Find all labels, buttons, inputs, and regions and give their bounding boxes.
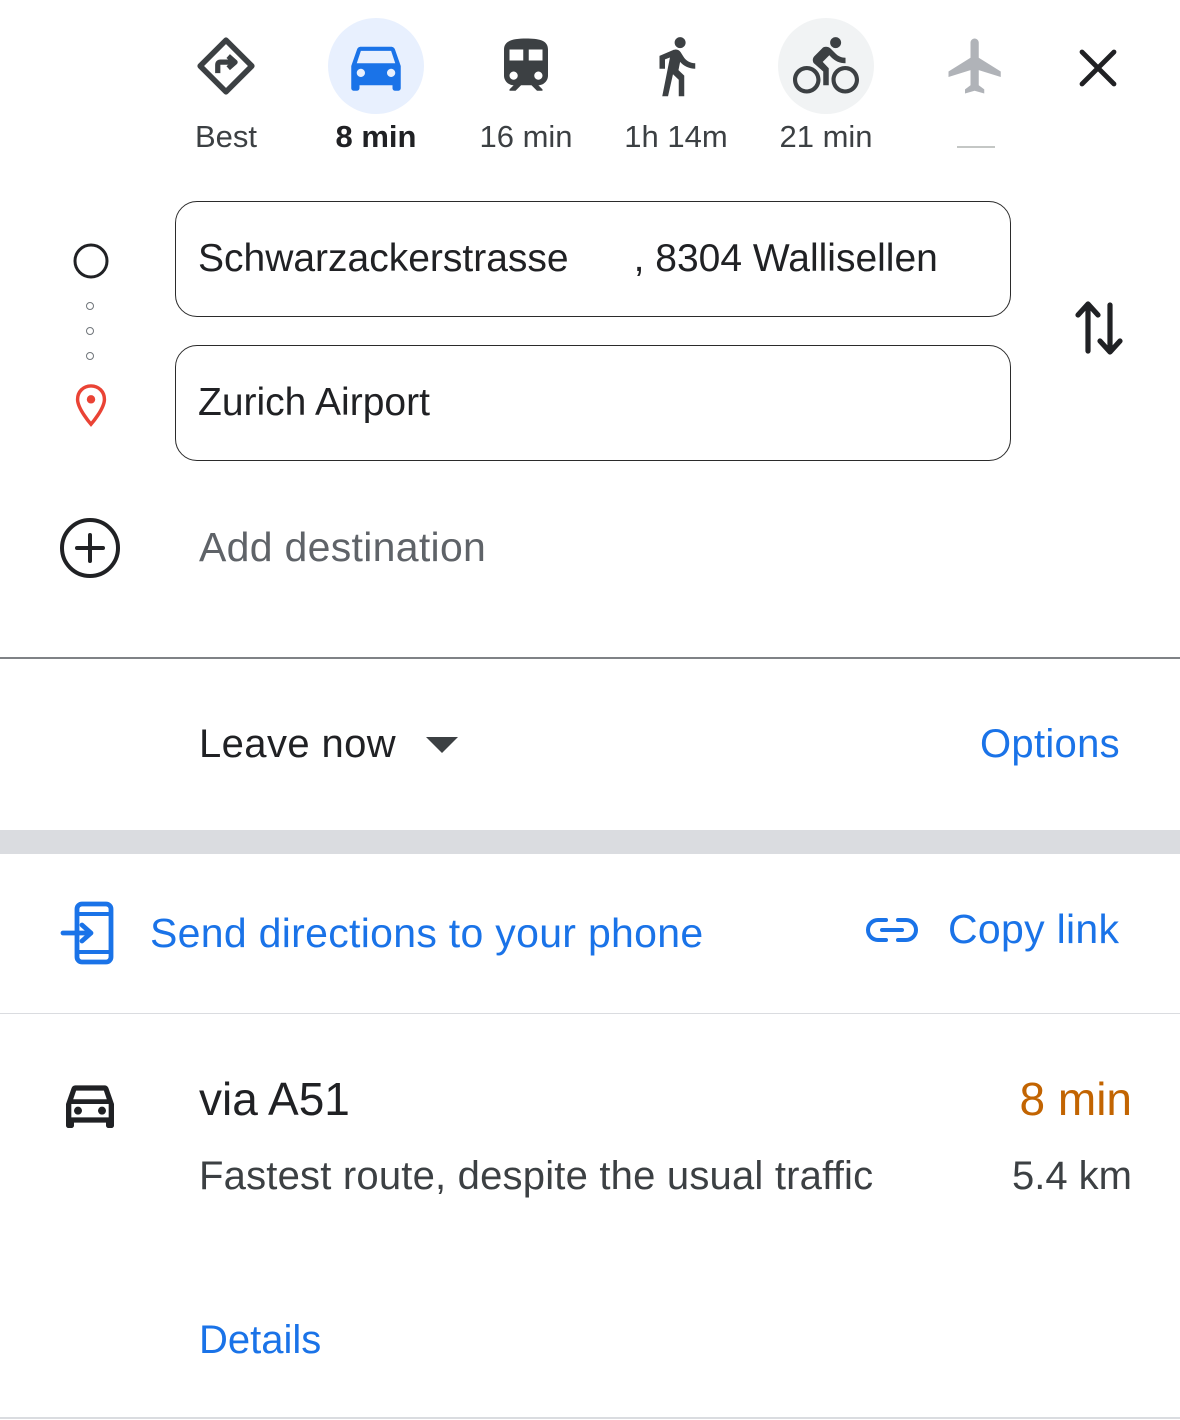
copy-link-button[interactable]: Copy link <box>864 906 1119 953</box>
mode-cycling-label: 21 min <box>779 119 873 154</box>
mode-transit[interactable]: 16 min <box>461 18 591 168</box>
mode-driving[interactable]: 8 min <box>311 18 441 168</box>
route-dot <box>86 352 94 360</box>
swap-vertical-icon <box>1075 301 1123 355</box>
train-icon <box>478 18 574 114</box>
add-circle-icon <box>60 518 120 578</box>
divider <box>0 657 1180 659</box>
divider <box>0 1417 1180 1419</box>
walk-icon <box>628 18 724 114</box>
route-dot <box>86 302 94 310</box>
route-title: via A51 <box>199 1073 350 1125</box>
mode-cycling[interactable]: 21 min <box>761 18 891 168</box>
details-button[interactable]: Details <box>199 1318 321 1363</box>
section-separator <box>0 830 1180 854</box>
route-duration: 8 min <box>1019 1073 1132 1125</box>
mode-flights[interactable] <box>911 18 1041 168</box>
send-to-phone-label: Send directions to your phone <box>150 909 704 956</box>
send-to-phone-button[interactable]: Send directions to your phone <box>60 900 703 966</box>
location-pin-icon <box>75 384 107 427</box>
origin-circle-icon <box>73 243 109 279</box>
close-icon <box>1079 49 1117 87</box>
mode-best-label: Best <box>194 119 258 154</box>
car-icon <box>328 18 424 114</box>
send-to-phone-icon <box>60 901 114 965</box>
mode-walking[interactable]: 1h 14m <box>611 18 741 168</box>
leave-now-dropdown[interactable]: Leave now <box>199 722 459 767</box>
divider <box>0 1013 1180 1014</box>
add-destination-label: Add destination <box>199 524 487 570</box>
directions-icon <box>178 18 274 114</box>
bike-icon <box>778 18 874 114</box>
mode-flights-unavailable <box>957 146 995 148</box>
route-dot <box>86 327 94 335</box>
copy-link-label: Copy link <box>948 906 1120 952</box>
origin-input[interactable] <box>175 201 1011 317</box>
swap-button[interactable] <box>1066 290 1132 366</box>
link-icon <box>866 917 918 942</box>
mode-driving-label: 8 min <box>335 119 417 154</box>
mode-best[interactable]: Best <box>161 18 291 168</box>
destination-input[interactable] <box>175 345 1011 461</box>
airplane-icon <box>928 18 1024 114</box>
mode-walking-label: 1h 14m <box>624 119 728 154</box>
route-distance: 5.4 km <box>1011 1154 1132 1198</box>
options-button[interactable]: Options <box>980 722 1120 767</box>
leave-now-label: Leave now <box>199 722 397 766</box>
mode-transit-label: 16 min <box>479 119 573 154</box>
close-button[interactable] <box>1058 28 1138 108</box>
route-description: Fastest route, despite the usual traffic <box>199 1154 874 1198</box>
add-destination-row[interactable]: Add destination <box>0 500 1180 596</box>
car-icon <box>66 1085 114 1128</box>
caret-down-icon <box>426 736 459 753</box>
